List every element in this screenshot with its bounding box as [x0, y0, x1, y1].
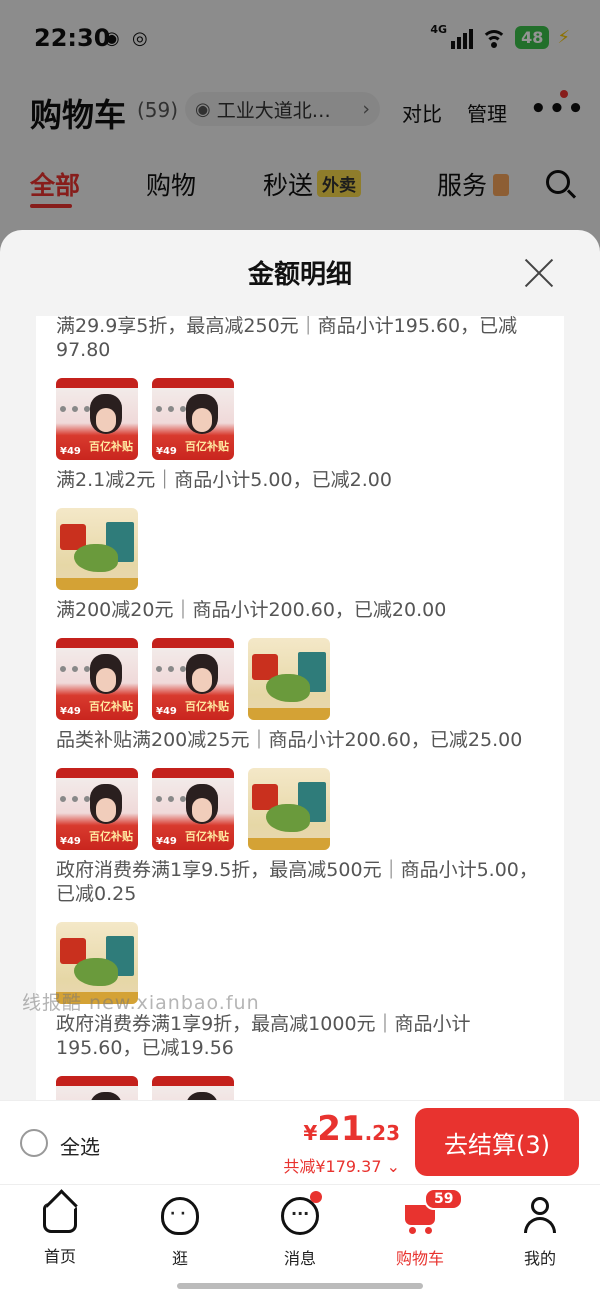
thumb-price: ¥49 [156, 446, 177, 457]
product-thumbnails: ¥49百亿补贴 ¥49百亿补贴 [56, 1076, 546, 1100]
tabbar-messages[interactable]: 消息 [250, 1197, 350, 1269]
discount-rule-text: 政府消费券满1享9.5折，最高减500元｜商品小计5.00，已减0.25 [56, 859, 538, 905]
tabbar-browse[interactable]: 逛 [130, 1197, 230, 1269]
product-thumbnails: ¥49 百亿补贴 ¥49 百亿补贴 [56, 638, 546, 720]
total-price: ¥21.23 [303, 1109, 400, 1149]
thumb-subsidy-tag: 百亿补贴 [89, 440, 133, 453]
select-all-label[interactable]: 全选 [60, 1131, 100, 1160]
product-thumb-contact-lens[interactable]: ¥49 百亿补贴 [152, 768, 234, 850]
discount-detail-list: 满29.9享5折，最高减250元｜商品小计195.60，已减97.80 ¥49 百亿… [36, 316, 564, 1100]
tabbar-me-label: 我的 [523, 1249, 556, 1268]
product-thumb-bay-leaf[interactable] [248, 768, 330, 850]
tabbar-cart-label: 购物车 [395, 1249, 444, 1268]
discount-group: 政府消费券满1享9.5折，最高减500元｜商品小计5.00，已减0.25 [56, 858, 546, 1004]
discount-groups: 满29.9享5折，最高减250元｜商品小计195.60，已减97.80 ¥49 百亿… [36, 316, 546, 1100]
product-thumbnails [56, 508, 546, 590]
thumb-subsidy-tag: 百亿补贴 [89, 700, 133, 713]
thumb-price: ¥49 [60, 446, 81, 457]
home-icon [43, 1203, 77, 1233]
discount-rule-text: 满29.9享5折，最高减250元｜商品小计195.60，已减97.80 [56, 316, 518, 361]
discount-rule-text: 满2.1减2元｜商品小计5.00，已减2.00 [56, 469, 392, 491]
watermark: 线报酷 new.xianbao.fun [22, 992, 260, 1014]
browse-face-icon [161, 1197, 199, 1235]
product-thumb-contact-lens[interactable]: ¥49 百亿补贴 [152, 638, 234, 720]
discount-group: 政府消费券满1享9折，最高减1000元｜商品小计195.60，已减19.56 ¥4… [56, 1012, 546, 1100]
home-indicator [177, 1283, 423, 1289]
checkout-button[interactable]: 去结算(3) [415, 1108, 579, 1176]
product-thumb-bay-leaf[interactable] [56, 508, 138, 590]
product-thumbnails: ¥49 百亿补贴 ¥49 百亿补贴 [56, 768, 546, 850]
discount-group: 品类补贴满200减25元｜商品小计200.60，已减25.00 ¥49 百亿补贴 ¥4… [56, 728, 546, 850]
tabbar-messages-label: 消息 [283, 1249, 316, 1268]
product-thumb-contact-lens[interactable]: ¥49百亿补贴 [152, 1076, 234, 1100]
thumb-price: ¥49 [60, 706, 81, 717]
tabbar-me[interactable]: 我的 [490, 1197, 590, 1269]
discount-rule-text: 品类补贴满200减25元｜商品小计200.60，已减25.00 [56, 729, 523, 751]
thumb-subsidy-tag: 百亿补贴 [185, 440, 229, 453]
product-thumb-contact-lens[interactable]: ¥49 百亿补贴 [56, 638, 138, 720]
tabbar-browse-label: 逛 [171, 1249, 188, 1268]
discount-rule-text: 政府消费券满1享9折，最高减1000元｜商品小计195.60，已减19.56 [56, 1013, 471, 1059]
discount-group: 满2.1减2元｜商品小计5.00，已减2.00 [56, 468, 546, 590]
tabbar-home-label: 首页 [43, 1247, 76, 1266]
product-thumb-contact-lens[interactable]: ¥49 百亿补贴 [152, 378, 234, 460]
product-thumb-contact-lens[interactable]: ¥49百亿补贴 [56, 1076, 138, 1100]
discount-group: 满29.9享5折，最高减250元｜商品小计195.60，已减97.80 ¥49 百亿… [56, 316, 546, 460]
thumb-price: ¥49 [60, 836, 81, 847]
thumb-subsidy-tag: 百亿补贴 [185, 830, 229, 843]
price-decimal: .23 [364, 1121, 400, 1145]
message-unread-dot [310, 1191, 322, 1203]
thumb-price: ¥49 [156, 836, 177, 847]
select-all-checkbox[interactable] [20, 1129, 48, 1157]
close-icon[interactable] [522, 256, 556, 290]
cart-count-badge: 59 [424, 1188, 464, 1210]
thumb-subsidy-tag: 百亿补贴 [89, 830, 133, 843]
price-integer: 21 [317, 1109, 365, 1149]
thumb-price: ¥49 [156, 706, 177, 717]
sheet-title: 金额明细 [247, 260, 352, 290]
product-thumbnails: ¥49 百亿补贴 ¥49 百亿补贴 [56, 378, 546, 460]
checkout-bar: 全选 ¥21.23 共减¥179.37 ⌄ 去结算(3) [0, 1100, 600, 1184]
price-currency: ¥ [303, 1121, 318, 1145]
discount-rule-text: 满200减20元｜商品小计200.60，已减20.00 [56, 599, 447, 621]
modal-overlay[interactable] [0, 0, 600, 260]
product-thumb-contact-lens[interactable]: ¥49 百亿补贴 [56, 378, 138, 460]
product-thumb-bay-leaf[interactable] [248, 638, 330, 720]
product-thumb-contact-lens[interactable]: ¥49 百亿补贴 [56, 768, 138, 850]
amount-detail-sheet: 金额明细 满29.9享5折，最高减250元｜商品小计195.60，已减97.80… [0, 230, 600, 1100]
profile-icon [521, 1197, 559, 1235]
thumb-subsidy-tag: 百亿补贴 [185, 700, 229, 713]
total-saved-toggle[interactable]: 共减¥179.37 ⌄ [283, 1153, 400, 1177]
tabbar-home[interactable]: 首页 [10, 1197, 110, 1267]
discount-group: 满200减20元｜商品小计200.60，已减20.00 ¥49 百亿补贴 ¥49 百亿补… [56, 598, 546, 720]
